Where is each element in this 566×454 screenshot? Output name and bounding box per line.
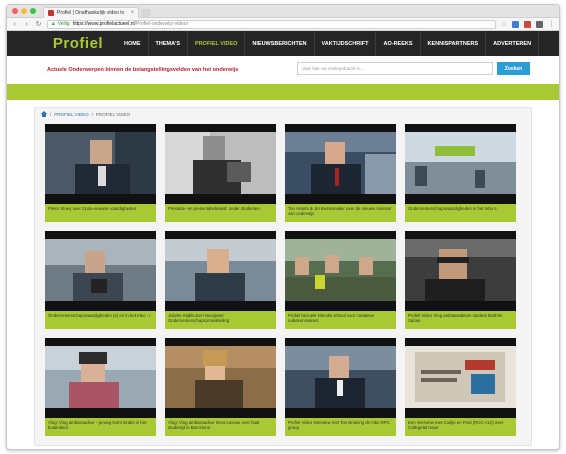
nav-item-nieuwsberichten[interactable]: NIEUWSBERICHTEN: [245, 31, 315, 56]
nav-item-thema-s[interactable]: THEMA'S: [149, 31, 189, 56]
site-navigation: Profiel HOME THEMA'S PROFIEL VIDEO NIEUWSBE…: [7, 31, 559, 56]
video-card[interactable]: Vlog: Vlog ambassadeur Ilena Lassue over…: [165, 338, 276, 436]
reload-icon[interactable]: ↻: [35, 20, 42, 28]
nav-item-vaktijdschrift[interactable]: VAKTIJDSCHRIFT: [315, 31, 377, 56]
logo[interactable]: Profiel: [43, 31, 113, 56]
video-card[interactable]: Profiel Video Interview met Ton Bruining…: [285, 338, 396, 436]
video-caption[interactable]: Ton Hearts & Jet Bussemaker over de nieu…: [285, 204, 396, 222]
search-input[interactable]: Vaar hier uw zoekopdracht in...: [297, 62, 493, 75]
video-frame: [285, 346, 396, 408]
video-caption[interactable]: Ondernemerschapsvaardigheden (e) en in h…: [45, 311, 156, 329]
tab-title: Profiel | Onafhankelijk video tv: [57, 10, 125, 16]
video-card[interactable]: Vlog: Vlog ambassadeur - ja-weg komt str…: [45, 338, 156, 436]
video-frame: [45, 239, 156, 301]
extension-icon[interactable]: [512, 20, 519, 28]
video-caption[interactable]: Pieter Stoey over 21ste-eeuwse vaardighe…: [45, 204, 156, 222]
video-thumbnail[interactable]: [405, 338, 516, 418]
green-banner: [7, 84, 559, 100]
video-caption[interactable]: Vlog: Vlog ambassadeur - ja-weg komt str…: [45, 418, 156, 436]
video-thumbnail[interactable]: [45, 338, 156, 418]
new-tab-button[interactable]: [141, 9, 151, 17]
video-card[interactable]: Ondernemerschapsvaardigheden in het mbo …: [405, 124, 516, 222]
video-caption[interactable]: Vlog: Vlog ambassadeur Ilena Lassue over…: [165, 418, 276, 436]
extension-icon[interactable]: [524, 20, 531, 28]
video-thumbnail[interactable]: [165, 338, 276, 418]
main-menu: HOME THEMA'S PROFIEL VIDEO NIEUWSBERICHTEN V…: [117, 31, 540, 56]
site-tagline: Actuele Onderwerpen binnen de belangstel…: [47, 67, 239, 73]
window-controls: [12, 8, 36, 14]
browser-toolbar: ‹ › ↻ 🔒︎ Veilig https://www.profielactue…: [7, 18, 559, 31]
breadcrumb: / PROFIEL VIDEO / PROFIEL VIDEO: [41, 111, 130, 117]
menu-icon[interactable]: ⋮: [548, 20, 555, 28]
video-caption[interactable]: Een interview met Carlijn en Fred (ROC A…: [405, 418, 516, 436]
video-caption[interactable]: Profiel Video Vlog ambassadeurs student …: [405, 311, 516, 329]
video-caption[interactable]: Juliette Stijkhuizen Nooijieser Ondernem…: [165, 311, 276, 329]
video-thumbnail[interactable]: [45, 124, 156, 204]
breadcrumb-current: PROFIEL VIDEO: [95, 111, 131, 117]
video-frame: [45, 346, 156, 408]
nav-item-adverteren[interactable]: ADVERTEREN: [486, 31, 540, 56]
site-favicon-icon: [48, 10, 54, 16]
video-caption[interactable]: Profiel bezoekt Nieroks school voor crea…: [285, 311, 396, 329]
video-thumbnail[interactable]: [165, 231, 276, 311]
close-window-button[interactable]: [12, 8, 18, 14]
url-path: /Profiel-onderwijs-video/: [134, 21, 188, 27]
video-caption[interactable]: Ondernemerschapsvaardigheden in het mbo …: [405, 204, 516, 222]
video-frame: [285, 239, 396, 301]
browser-tab-bar: Profiel | Onafhankelijk video tv ×: [7, 5, 559, 18]
video-caption[interactable]: Profiel Video Interview met Ton Bruining…: [285, 418, 396, 436]
video-thumbnail[interactable]: [285, 124, 396, 204]
video-card[interactable]: Profiel Video Vlog ambassadeurs student …: [405, 231, 516, 329]
breadcrumb-link[interactable]: PROFIEL VIDEO: [54, 112, 88, 117]
video-frame: [165, 132, 276, 194]
nav-item-home[interactable]: HOME: [117, 31, 149, 56]
bookmark-star-icon[interactable]: ☆: [501, 20, 507, 28]
lock-icon: 🔒︎: [52, 21, 55, 27]
video-frame: [405, 132, 516, 194]
minimize-window-button[interactable]: [21, 8, 27, 14]
video-card[interactable]: Profiel bezoekt Nieroks school voor crea…: [285, 231, 396, 329]
video-thumbnail[interactable]: [285, 231, 396, 311]
video-frame: [165, 346, 276, 408]
video-caption[interactable]: Prestatie- en presentatiebeleid: onder s…: [165, 204, 276, 222]
video-card[interactable]: Een interview met Carlijn en Fred (ROC A…: [405, 338, 516, 436]
video-card[interactable]: Ton Hearts & Jet Bussemaker over de nieu…: [285, 124, 396, 222]
video-thumbnail[interactable]: [45, 231, 156, 311]
video-frame: [45, 132, 156, 194]
video-frame: [165, 239, 276, 301]
extension-icon[interactable]: [536, 20, 543, 28]
video-card[interactable]: Pieter Stoey over 21ste-eeuwse vaardighe…: [45, 124, 156, 222]
back-arrow-icon[interactable]: ‹: [11, 21, 18, 28]
video-overview: / PROFIEL VIDEO / PROFIEL VIDEO Pieter S…: [34, 107, 532, 446]
site-subheader: Actuele Onderwerpen binnen de belangstel…: [7, 56, 559, 84]
home-icon[interactable]: [41, 111, 47, 117]
video-frame: [405, 239, 516, 301]
forward-arrow-icon[interactable]: ›: [23, 21, 30, 28]
nav-item-kennispartners[interactable]: KENNISPARTNERS: [421, 31, 487, 56]
nav-item-ao-reeks[interactable]: AO-REEKS: [376, 31, 421, 56]
tab-close-icon[interactable]: ×: [130, 10, 134, 16]
video-card[interactable]: Juliette Stijkhuizen Nooijieser Ondernem…: [165, 231, 276, 329]
video-frame: [405, 346, 516, 408]
browser-tab-active[interactable]: Profiel | Onafhankelijk video tv ×: [43, 7, 139, 18]
video-thumbnail[interactable]: [165, 124, 276, 204]
video-card[interactable]: Ondernemerschapsvaardigheden (e) en in h…: [45, 231, 156, 329]
url-host: https://www.profielactueel.nl: [72, 21, 135, 27]
zoom-window-button[interactable]: [30, 8, 36, 14]
video-thumbnail[interactable]: [285, 338, 396, 418]
video-thumbnail[interactable]: [405, 124, 516, 204]
logo-text: Profiel: [52, 35, 104, 52]
video-card[interactable]: Prestatie- en presentatiebeleid: onder s…: [165, 124, 276, 222]
secure-label: Veilig: [57, 21, 70, 27]
nav-item-profiel-video[interactable]: PROFIEL VIDEO: [188, 31, 246, 56]
address-bar[interactable]: 🔒︎ Veilig https://www.profielactueel.nl /…: [47, 19, 496, 29]
search-button[interactable]: Zoeken: [497, 62, 530, 75]
video-frame: [285, 132, 396, 194]
video-thumbnail[interactable]: [405, 231, 516, 311]
